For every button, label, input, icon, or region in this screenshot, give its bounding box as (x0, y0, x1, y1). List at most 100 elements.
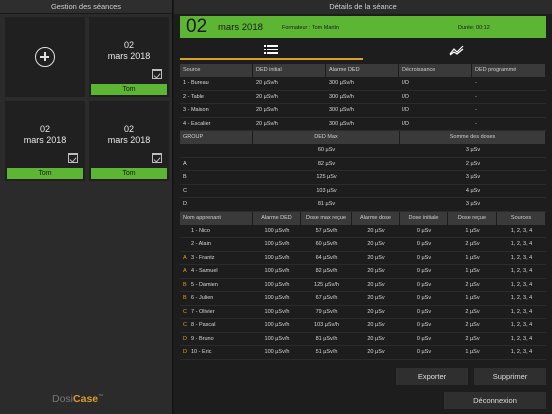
group-letter: C (183, 308, 187, 315)
table-cell: 81 µSv/h (315, 335, 338, 342)
table-cell: 4 µSv (465, 187, 481, 194)
learner-name-cell: C 8 - Pascal (180, 319, 253, 332)
table-row[interactable]: D 9 - Bruno 100 µSv/h 81 µSv/h 20 µSv 0 µSv 2 … (180, 333, 546, 346)
table-cell: I/D (402, 120, 410, 127)
learner-name: 10 - Eric (191, 349, 212, 355)
table-cell: 300 µSv/h (329, 120, 354, 127)
table-cell: 1 µSv (465, 268, 480, 274)
table-cell: 81 µSv (317, 201, 336, 207)
table-cell: I/D (402, 107, 410, 113)
table-row[interactable]: A 4 - Samuel 100 µSv/h 82 µSv/h 20 µSv 0 µSv 1… (180, 265, 546, 279)
table-cell: 2 µSv (465, 160, 481, 167)
learner-name-cell: C 7 - Olivier (180, 306, 253, 319)
table-cell: 20 µSv (367, 268, 385, 274)
learner-name: 2 - Alain (191, 241, 211, 247)
table-cell: 57 µSv/h (315, 227, 338, 234)
learner-name-cell: A 3 - Frantz (180, 252, 253, 265)
table-row[interactable]: C 103 µSv 4 µSv (180, 185, 546, 198)
table-cell: 2 - Table (183, 93, 204, 100)
session-card[interactable]: 02 mars 2018 Tom (89, 17, 169, 97)
table-cell (180, 144, 253, 157)
table-row[interactable]: D 10 - Eric 100 µSv/h 51 µSv/h 20 µSv 0 µSv 1 … (180, 346, 546, 360)
group-table: GROUP DED Max Somme des doses 60 µSv 3 µSv A 8… (180, 131, 546, 212)
table-row[interactable]: D 81 µSv 3 µSv (180, 198, 546, 212)
group-letter: B (183, 295, 187, 301)
table-row[interactable]: A 82 µSv 2 µSv (180, 158, 546, 171)
column-header: Alarme dose (352, 211, 400, 225)
session-trainer: Tom (91, 168, 167, 179)
table-cell: 4 - Escalier (183, 120, 211, 127)
table-cell: 60 µSv (317, 147, 336, 153)
add-session-button[interactable] (5, 17, 85, 97)
table-row[interactable]: 60 µSv 3 µSv (180, 144, 546, 158)
column-header: Dose reçue (448, 211, 497, 225)
table-cell: 20 µSv/h (256, 120, 278, 127)
learner-name-cell: 2 - Alain (180, 238, 253, 251)
table-row[interactable]: B 6 - Julien 100 µSv/h 67 µSv/h 20 µSv 0 µSv 1… (180, 292, 546, 306)
session-card[interactable]: 02 mars 2018 Tom (5, 101, 85, 181)
table-cell: 100 µSv/h (264, 308, 290, 315)
table-row[interactable]: 3 - Maison 20 µSv/h 300 µSv/h I/D - (180, 104, 546, 118)
table-row[interactable]: 4 - Escalier 20 µSv/h 300 µSv/h I/D - (180, 118, 546, 131)
logout-button[interactable]: Déconnexion (444, 392, 546, 409)
table-cell: 20 µSv (367, 349, 385, 355)
calendar-check-icon (68, 153, 78, 163)
column-header: Alarme DED (253, 211, 301, 225)
table-cell: I/D (402, 80, 410, 86)
learners-table: Nom apprenant Alarme DED Dose max reçue Ala… (180, 211, 546, 360)
learner-name: 5 - Damien (191, 281, 218, 288)
table-row[interactable]: 1 - Bureau 20 µSv/h 300 µSv/h I/D - (180, 77, 546, 91)
table-cell: 0 µSv (416, 254, 432, 261)
table-cell: 1 µSv (465, 227, 480, 234)
tab-list-view[interactable] (180, 42, 363, 60)
line-chart-icon (449, 45, 464, 56)
table-row[interactable]: B 5 - Damien 100 µSv/h 125 µSv/h 20 µSv 0 µSv… (180, 279, 546, 292)
table-header: Source DED initial Alarme DED Décroissance D… (180, 64, 546, 77)
table-cell: 20 µSv (367, 295, 385, 301)
tab-chart-view[interactable] (363, 42, 546, 60)
table-cell: 20 µSv (367, 227, 385, 234)
group-letter: A (183, 254, 187, 261)
column-header: Alarme DED (326, 64, 399, 77)
column-header: Dose max reçue (301, 211, 352, 225)
delete-button[interactable]: Supprimer (474, 368, 546, 385)
table-row[interactable]: B 125 µSv 3 µSv (180, 171, 546, 185)
calendar-check-icon (152, 153, 162, 163)
learner-name: 9 - Bruno (191, 335, 214, 342)
table-cell: 3 µSv (465, 147, 481, 153)
column-header: DED Max (253, 131, 400, 144)
table-row[interactable]: 2 - Alain 100 µSv/h 60 µSv/h 20 µSv 0 µSv 2 µ… (180, 238, 546, 252)
table-cell: 1, 2, 3, 4 (510, 227, 533, 234)
banner-duration: Durée: 00:12 (458, 25, 490, 31)
table-row[interactable]: 1 - Nico 100 µSv/h 57 µSv/h 20 µSv 0 µSv 1 µS… (180, 225, 546, 238)
group-letter: D (183, 349, 187, 355)
table-cell: 0 µSv (416, 335, 432, 342)
session-card[interactable]: 02 mars 2018 Tom (89, 101, 169, 181)
table-cell: - (475, 93, 477, 100)
table-cell: 300 µSv/h (329, 80, 354, 86)
table-cell: I/D (402, 93, 410, 100)
table-cell: 0 µSv (416, 308, 432, 315)
table-cell: 103 µSv (316, 187, 337, 194)
calendar-check-icon (152, 69, 162, 79)
table-cell: - (475, 80, 477, 86)
table-cell: 300 µSv/h (329, 93, 354, 100)
table-row[interactable]: C 8 - Pascal 100 µSv/h 103 µSv/h 20 µSv 0 µSv… (180, 319, 546, 333)
export-button[interactable]: Exporter (396, 368, 468, 385)
table-cell: 1 µSv (465, 254, 480, 261)
learner-name: 8 - Pascal (191, 322, 216, 328)
table-cell: 100 µSv/h (264, 295, 290, 301)
banner-day: 02 (186, 16, 208, 37)
table-cell: 1 µSv (465, 295, 480, 301)
table-cell: 20 µSv/h (256, 107, 278, 113)
table-cell: 1, 2, 3, 4 (510, 254, 533, 261)
table-row[interactable]: 2 - Table 20 µSv/h 300 µSv/h I/D - (180, 91, 546, 104)
table-cell: 100 µSv/h (264, 349, 290, 355)
learner-name-cell: D 10 - Eric (180, 346, 253, 359)
table-row[interactable]: C 7 - Olivier 100 µSv/h 79 µSv/h 20 µSv 0 µSv… (180, 306, 546, 319)
table-cell: 60 µSv/h (315, 241, 338, 247)
table-row[interactable]: A 3 - Frantz 100 µSv/h 64 µSv/h 20 µSv 0 µSv 1… (180, 252, 546, 265)
table-cell: 2 µSv (465, 322, 480, 328)
session-details-panel: Détails de la séance 02 mars 2018 Format… (174, 0, 552, 414)
learner-name: 4 - Samuel (191, 268, 218, 274)
